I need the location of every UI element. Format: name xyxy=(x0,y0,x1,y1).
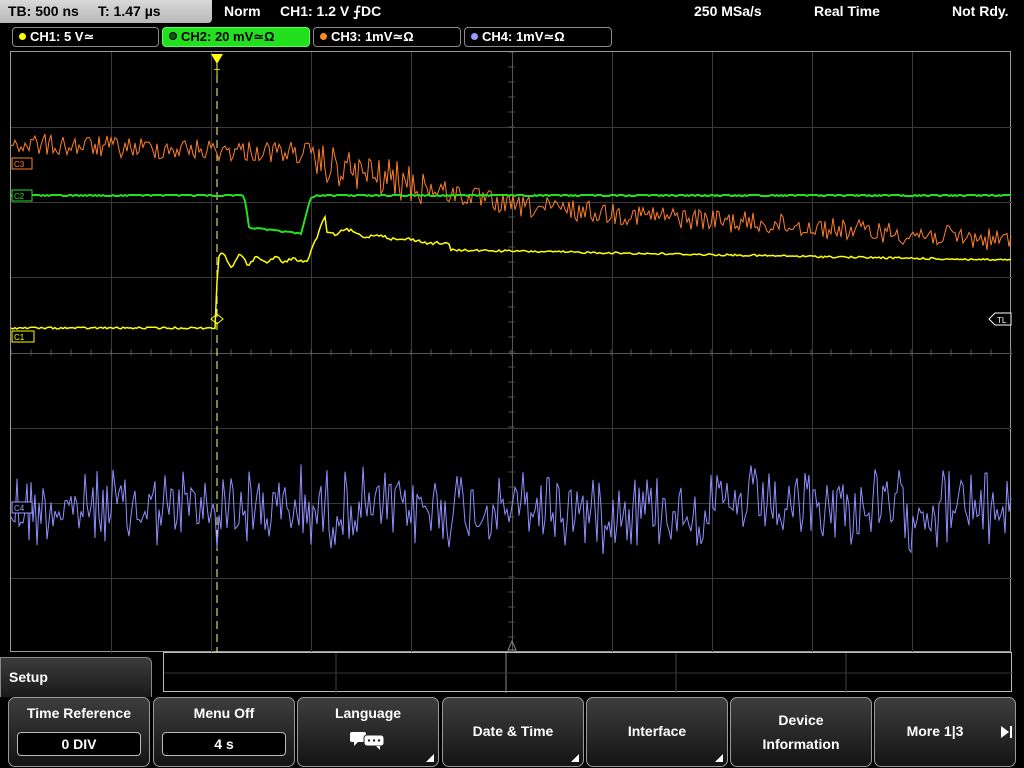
menu-off-softkey[interactable]: Menu Off 4 s xyxy=(153,697,295,767)
menu-title-setup: Setup xyxy=(0,657,152,697)
trigger-status: Not Rdy. xyxy=(952,3,1009,19)
time-reference-softkey[interactable]: Time Reference 0 DIV xyxy=(8,697,150,767)
device-information-label-1: Device xyxy=(778,712,824,728)
waveform-display[interactable]: T C3 C2 C1 C4 TL xyxy=(10,51,1012,653)
ch2-waveform xyxy=(11,193,1011,236)
timebase-box[interactable]: TB: 500 ns T: 1.47 µs xyxy=(0,0,212,23)
menu-off-label: Menu Off xyxy=(193,705,255,721)
ch1-label: CH1: 5 V≃ xyxy=(30,29,95,44)
ch3-offset-marker[interactable]: C3 xyxy=(11,157,33,170)
language-softkey[interactable]: Language xyxy=(297,697,439,767)
ch3-label: CH3: 1mV≃Ω xyxy=(331,29,414,44)
time-reference-value: 0 DIV xyxy=(17,732,141,756)
submenu-corner-icon xyxy=(426,754,434,762)
sample-rate: 250 MSa/s xyxy=(694,3,762,19)
menu-off-value: 4 s xyxy=(162,732,286,756)
date-time-softkey[interactable]: Date & Time xyxy=(442,697,584,767)
trigger-mode[interactable]: Norm xyxy=(224,0,261,23)
ch4-offset-marker[interactable]: C4 xyxy=(11,501,33,514)
submenu-corner-icon xyxy=(571,754,579,762)
ch1-dot-icon xyxy=(19,33,26,40)
ch1-offset-label: C1 xyxy=(14,333,25,342)
trigger-position-label: T xyxy=(214,68,220,79)
channel-tab-ch2[interactable]: CH2: 20 mV≃Ω xyxy=(162,27,310,47)
ch1-offset-marker[interactable]: C1 xyxy=(11,330,35,343)
status-bar: TB: 500 ns T: 1.47 µs Norm CH1: 1.2 V ⨍D… xyxy=(0,0,1024,24)
device-information-softkey[interactable]: Device Information xyxy=(730,697,872,767)
ch1-waveform xyxy=(11,214,1012,330)
language-label: Language xyxy=(334,705,402,721)
ch3-waveform xyxy=(11,133,1012,251)
ch2-offset-label: C2 xyxy=(14,192,25,201)
ch4-dot-icon xyxy=(471,33,478,40)
channel-tab-ch1[interactable]: CH1: 5 V≃ xyxy=(12,27,159,47)
ch2-label: CH2: 20 mV≃Ω xyxy=(181,29,275,44)
speech-bubble-icon xyxy=(350,732,385,750)
submenu-corner-icon xyxy=(715,754,723,762)
trigger-readout[interactable]: CH1: 1.2 V ⨍DC xyxy=(280,0,381,23)
interface-label: Interface xyxy=(627,723,687,739)
date-time-label: Date & Time xyxy=(472,723,554,739)
ch3-offset-label: C3 xyxy=(14,160,25,169)
acquisition-mode: Real Time xyxy=(814,3,880,19)
ch4-label: CH4: 1mV≃Ω xyxy=(482,29,565,44)
trigger-time-readout: T: 1.47 µs xyxy=(98,3,161,19)
device-information-label-2: Information xyxy=(762,736,840,752)
time-reference-label: Time Reference xyxy=(26,705,131,721)
trigger-level-marker[interactable]: TL xyxy=(988,312,1012,326)
ch3-dot-icon xyxy=(320,33,327,40)
timebase-readout: TB: 500 ns xyxy=(8,3,79,19)
ch2-dot-icon xyxy=(169,32,177,40)
next-page-arrow-icon xyxy=(1001,726,1009,738)
trigger-position-marker-icon[interactable] xyxy=(211,54,223,64)
waveform-canvas: T C3 C2 C1 C4 TL xyxy=(11,52,1012,653)
channel-tab-ch3[interactable]: CH3: 1mV≃Ω xyxy=(313,27,461,47)
trigger-level-label: TL xyxy=(997,316,1007,325)
interface-softkey[interactable]: Interface xyxy=(586,697,728,767)
ch2-offset-marker[interactable]: C2 xyxy=(11,189,33,202)
channel-tab-ch4[interactable]: CH4: 1mV≃Ω xyxy=(464,27,612,47)
next-page-bar-icon xyxy=(1010,726,1012,738)
more-label: More 1|3 xyxy=(906,723,964,739)
ch4-offset-label: C4 xyxy=(14,504,25,513)
zoom-overview-strip xyxy=(163,652,1013,693)
ch4-waveform xyxy=(11,464,1012,555)
more-softkey[interactable]: More 1|3 xyxy=(874,697,1016,767)
